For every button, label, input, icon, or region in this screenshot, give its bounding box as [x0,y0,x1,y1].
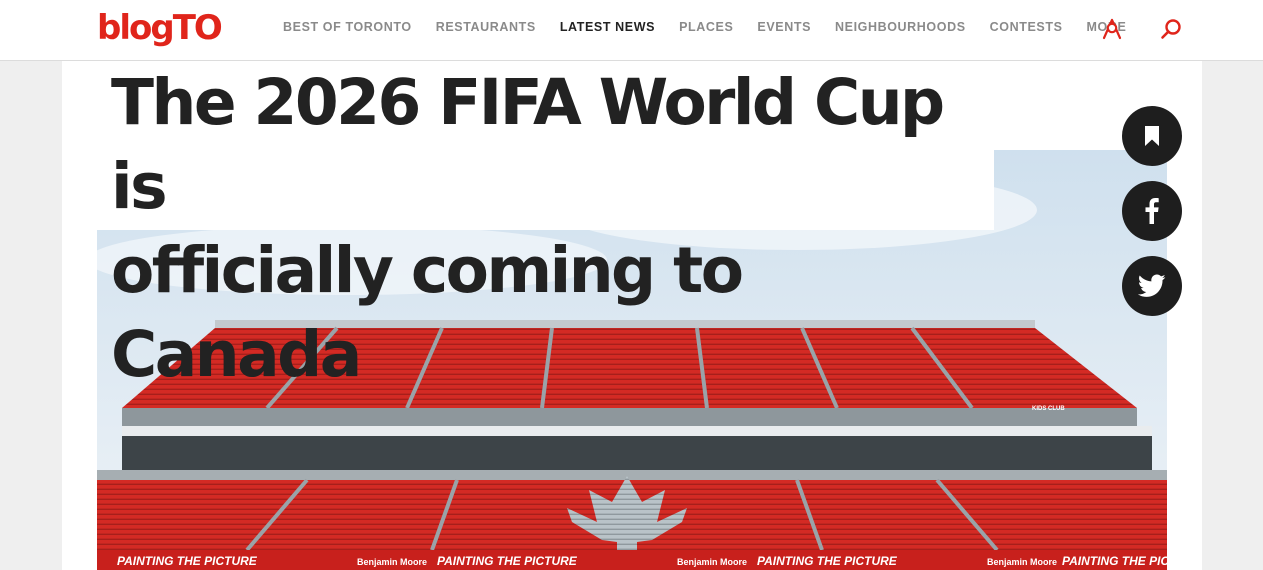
nav-item-latest-news[interactable]: LATEST NEWS [560,20,655,34]
bookmark-icon [1142,125,1162,147]
banner-text: PAINTING THE PICTURE [437,554,578,568]
bookmark-button[interactable] [1122,106,1182,166]
user-icon[interactable] [1100,17,1124,41]
banner-brand: Benjamin Moore [987,557,1057,567]
main-nav: BEST OF TORONTO RESTAURANTS LATEST NEWS … [283,20,1150,34]
banner-brand: Benjamin Moore [677,557,747,567]
search-icon[interactable] [1159,17,1183,41]
nav-item-places[interactable]: PLACES [679,20,733,34]
nav-item-events[interactable]: EVENTS [757,20,811,34]
nav-item-best-of-toronto[interactable]: BEST OF TORONTO [283,20,412,34]
banner-brand: Benjamin Moore [357,557,427,567]
banner-text: PAINTING THE PICTURE [1062,554,1167,568]
article-title-line-1: The 2026 FIFA World Cup is [111,66,945,223]
site-logo[interactable]: blogTO [97,8,223,48]
facebook-share-button[interactable] [1122,181,1182,241]
kids-club-label: KIDS CLUB [1032,406,1065,412]
banner-text: PAINTING THE PICTURE [757,554,898,568]
headline-box: The 2026 FIFA World Cup is officially co… [97,61,994,391]
banner-text: PAINTING THE PICTURE [117,554,258,568]
twitter-share-button[interactable] [1122,256,1182,316]
article-title: The 2026 FIFA World Cup is officially co… [111,61,991,397]
nav-item-contests[interactable]: CONTESTS [990,20,1063,34]
nav-item-neighbourhoods[interactable]: NEIGHBOURHOODS [835,20,966,34]
facebook-icon [1145,198,1159,224]
article-title-line-2: officially coming to Canada [111,234,744,391]
site-header: blogTO BEST OF TORONTO RESTAURANTS LATES… [0,0,1263,61]
twitter-icon [1138,274,1166,298]
nav-item-restaurants[interactable]: RESTAURANTS [436,20,536,34]
